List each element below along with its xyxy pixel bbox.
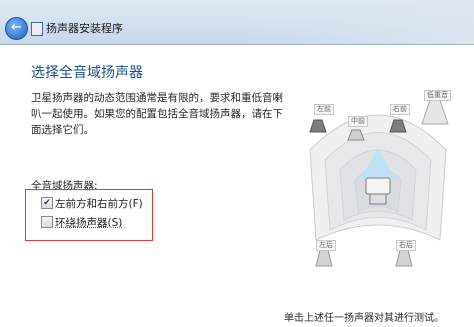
rear-right-speaker-label[interactable]: 右后 [396, 240, 416, 251]
center-speaker-label[interactable]: 中前 [348, 116, 368, 127]
rear-left-speaker-label[interactable]: 左后 [316, 240, 336, 251]
title-bar-blur [224, 0, 474, 44]
checkmark-icon: ✔ [43, 198, 51, 208]
front-left-right-checkbox[interactable]: ✔ [41, 197, 53, 209]
page-description: 卫星扬声器的动态范围通常是有限的，要求和重低音喇叭一起使用。如果您的配置包括全音… [31, 92, 283, 136]
back-button[interactable]: ← [5, 17, 28, 40]
subwoofer-speaker-label[interactable]: 低重音 [424, 90, 451, 101]
front-left-speaker-label[interactable]: 左前 [314, 104, 334, 115]
speaker-setup-icon [31, 22, 43, 36]
window-title: 扬声器安装程序 [46, 22, 123, 35]
front-right-speaker-label[interactable]: 右前 [390, 104, 410, 115]
surround-speakers-label[interactable]: 环绕扬声器(S) [55, 215, 122, 230]
title-bar: ← 扬声器安装程序 [0, 0, 474, 45]
speaker-diagram: 左前 中前 右前 低重音 左后 右后 [290, 90, 466, 280]
speaker-layout-svg [309, 99, 449, 267]
surround-speakers-checkbox[interactable] [41, 216, 53, 228]
test-hint: 单击上述任一扬声器对其进行测试。 [284, 313, 444, 324]
front-left-right-label[interactable]: 左前方和右前方(F) [55, 196, 143, 211]
back-arrow-icon: ← [11, 20, 22, 35]
page-title: 选择全音域扬声器 [31, 65, 143, 81]
